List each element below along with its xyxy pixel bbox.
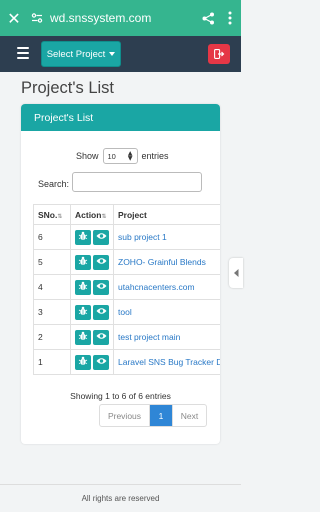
next-page-button[interactable]: Next	[172, 405, 206, 426]
row-actions	[70, 274, 114, 300]
bug-icon	[78, 331, 88, 343]
eye-icon	[96, 257, 107, 267]
row-sno: 2	[33, 324, 71, 350]
eye-icon	[96, 357, 107, 367]
card-header: Project's List	[21, 104, 220, 131]
table-header-row: SNo.⇅ Action⇅ Project	[33, 204, 220, 225]
row-sno: 4	[33, 274, 71, 300]
bug-button[interactable]	[75, 254, 91, 270]
projects-card: Project's List Show 10 ▲ ▼ entries Search…	[21, 104, 220, 444]
sort-icon: ⇅	[101, 212, 107, 220]
select-project-label: Select Project	[46, 48, 106, 60]
row-sno: 5	[33, 249, 71, 275]
eye-icon	[96, 332, 107, 342]
row-project: tool	[113, 299, 220, 325]
table-row: 6 sub project 1	[33, 224, 220, 250]
row-actions	[70, 224, 114, 250]
chevron-down-icon	[109, 52, 116, 56]
url-text[interactable]: wd.snssystem.com	[46, 11, 197, 25]
row-actions	[70, 349, 114, 375]
bug-button[interactable]	[75, 229, 91, 245]
sort-icon: ⇅	[57, 212, 63, 220]
column-header-project[interactable]: Project	[113, 204, 220, 225]
bug-icon	[78, 306, 88, 318]
project-link[interactable]: test project main	[118, 332, 180, 342]
view-button[interactable]	[93, 304, 109, 320]
view-button[interactable]	[93, 254, 109, 270]
page-length-control: Show 10 ▲ ▼ entries	[76, 148, 169, 164]
search-input[interactable]	[72, 172, 202, 192]
eye-icon	[96, 307, 107, 317]
row-project: utahcnacenters.com	[113, 274, 220, 300]
row-project: sub project 1	[113, 224, 220, 250]
table-row: 1 Laravel SNS Bug Tracker Dev Pu	[33, 349, 220, 375]
page-length-value: 10	[107, 151, 116, 161]
row-project: ZOHO- Grainful Blends	[113, 249, 220, 275]
table-row: 4 utahcnacenters.com	[33, 274, 220, 300]
project-link[interactable]: utahcnacenters.com	[118, 282, 195, 292]
share-icon[interactable]	[197, 0, 219, 36]
row-actions	[70, 249, 114, 275]
page-footer: All rights are reserved	[0, 484, 241, 512]
side-panel-toggle[interactable]	[229, 258, 243, 288]
row-sno: 3	[33, 299, 71, 325]
bug-button[interactable]	[75, 329, 91, 345]
app-navbar: Select Project	[0, 36, 241, 72]
project-link[interactable]: tool	[118, 307, 132, 317]
project-link[interactable]: Laravel SNS Bug Tracker Dev Pu	[118, 357, 220, 367]
column-header-action[interactable]: Action⇅	[70, 204, 114, 225]
search-label: Search:	[38, 179, 70, 189]
bug-icon	[78, 281, 88, 293]
bug-icon	[78, 356, 88, 368]
page-length-select[interactable]: 10 ▲ ▼	[102, 148, 138, 164]
site-settings-icon[interactable]	[28, 0, 46, 36]
page-title: Project's List	[21, 79, 115, 97]
bug-icon	[78, 231, 88, 243]
logout-button[interactable]	[208, 44, 230, 64]
show-label: Show	[76, 151, 99, 161]
hamburger-icon[interactable]	[17, 47, 29, 59]
row-sno: 1	[33, 349, 71, 375]
eye-icon	[96, 282, 107, 292]
table-info: Showing 1 to 6 of 6 entries	[70, 391, 171, 401]
view-button[interactable]	[93, 279, 109, 295]
bug-icon	[78, 256, 88, 268]
row-project: Laravel SNS Bug Tracker Dev Pu	[113, 349, 220, 375]
bug-button[interactable]	[75, 304, 91, 320]
logout-icon	[213, 49, 224, 59]
browser-toolbar: ✕ wd.snssystem.com	[0, 0, 241, 36]
updown-icon: ▲ ▼	[127, 150, 133, 162]
row-project: test project main	[113, 324, 220, 350]
row-sno: 6	[33, 224, 71, 250]
entries-label: entries	[141, 151, 169, 161]
bug-button[interactable]	[75, 279, 91, 295]
project-link[interactable]: ZOHO- Grainful Blends	[118, 257, 206, 267]
close-icon[interactable]: ✕	[0, 0, 28, 36]
column-header-sno[interactable]: SNo.⇅	[33, 204, 71, 225]
view-button[interactable]	[93, 329, 109, 345]
pagination: Previous 1 Next	[99, 404, 207, 427]
chevron-left-icon	[233, 269, 238, 277]
row-actions	[70, 299, 114, 325]
projects-table: SNo.⇅ Action⇅ Project 6 sub project 1 5 ZOH…	[33, 204, 220, 375]
table-row: 2 test project main	[33, 324, 220, 350]
table-row: 3 tool	[33, 299, 220, 325]
bug-button[interactable]	[75, 354, 91, 370]
select-project-button[interactable]: Select Project	[41, 41, 121, 67]
more-vert-icon[interactable]	[219, 0, 241, 36]
row-actions	[70, 324, 114, 350]
eye-icon	[96, 232, 107, 242]
table-row: 5 ZOHO- Grainful Blends	[33, 249, 220, 275]
page-1-button[interactable]: 1	[150, 405, 172, 426]
view-button[interactable]	[93, 229, 109, 245]
previous-page-button[interactable]: Previous	[100, 405, 150, 426]
project-link[interactable]: sub project 1	[118, 232, 167, 242]
view-button[interactable]	[93, 354, 109, 370]
